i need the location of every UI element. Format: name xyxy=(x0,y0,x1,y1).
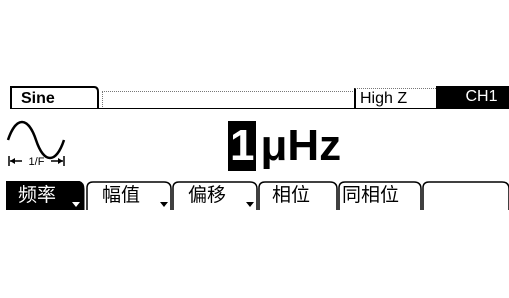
frequency-readout[interactable]: 1 μHz xyxy=(228,119,341,171)
generator-display: Sine High Z CH1 1/F 1 μHz 频率 幅值 偏移 相位 同相… xyxy=(0,86,509,212)
softkey-menu: 频率 幅值 偏移 相位 同相位 xyxy=(6,181,509,210)
softkey-align-phase-label: 同相位 xyxy=(342,185,400,206)
value-unit: μHz xyxy=(260,121,342,170)
softkey-offset-label: 偏移 xyxy=(188,185,227,206)
softkey-empty[interactable] xyxy=(422,181,509,210)
status-bar-empty-area xyxy=(102,91,355,107)
waveform-tab-corner xyxy=(88,86,99,108)
status-bar-divider xyxy=(10,108,509,109)
softkey-amplitude-label: 幅值 xyxy=(102,185,141,206)
softkey-offset[interactable]: 偏移 xyxy=(172,181,258,210)
status-bar: Sine High Z CH1 xyxy=(10,86,509,109)
sine-wave-icon: 1/F xyxy=(6,120,66,168)
softkey-frequency-label: 频率 xyxy=(18,185,57,206)
value-cursor-digit[interactable]: 1 xyxy=(228,121,257,171)
softkey-amplitude[interactable]: 幅值 xyxy=(86,181,172,210)
channel-indicator: CH1 xyxy=(436,86,509,108)
waveform-tab[interactable]: Sine xyxy=(10,86,89,108)
output-load-indicator: High Z xyxy=(354,88,436,108)
softkey-phase[interactable]: 相位 xyxy=(258,181,338,210)
softkey-align-phase[interactable]: 同相位 xyxy=(338,181,422,210)
softkey-phase-label: 相位 xyxy=(272,185,311,206)
softkey-frequency[interactable]: 频率 xyxy=(6,181,85,210)
softkey-empty-frame xyxy=(422,181,509,210)
period-label: 1/F xyxy=(29,156,45,168)
